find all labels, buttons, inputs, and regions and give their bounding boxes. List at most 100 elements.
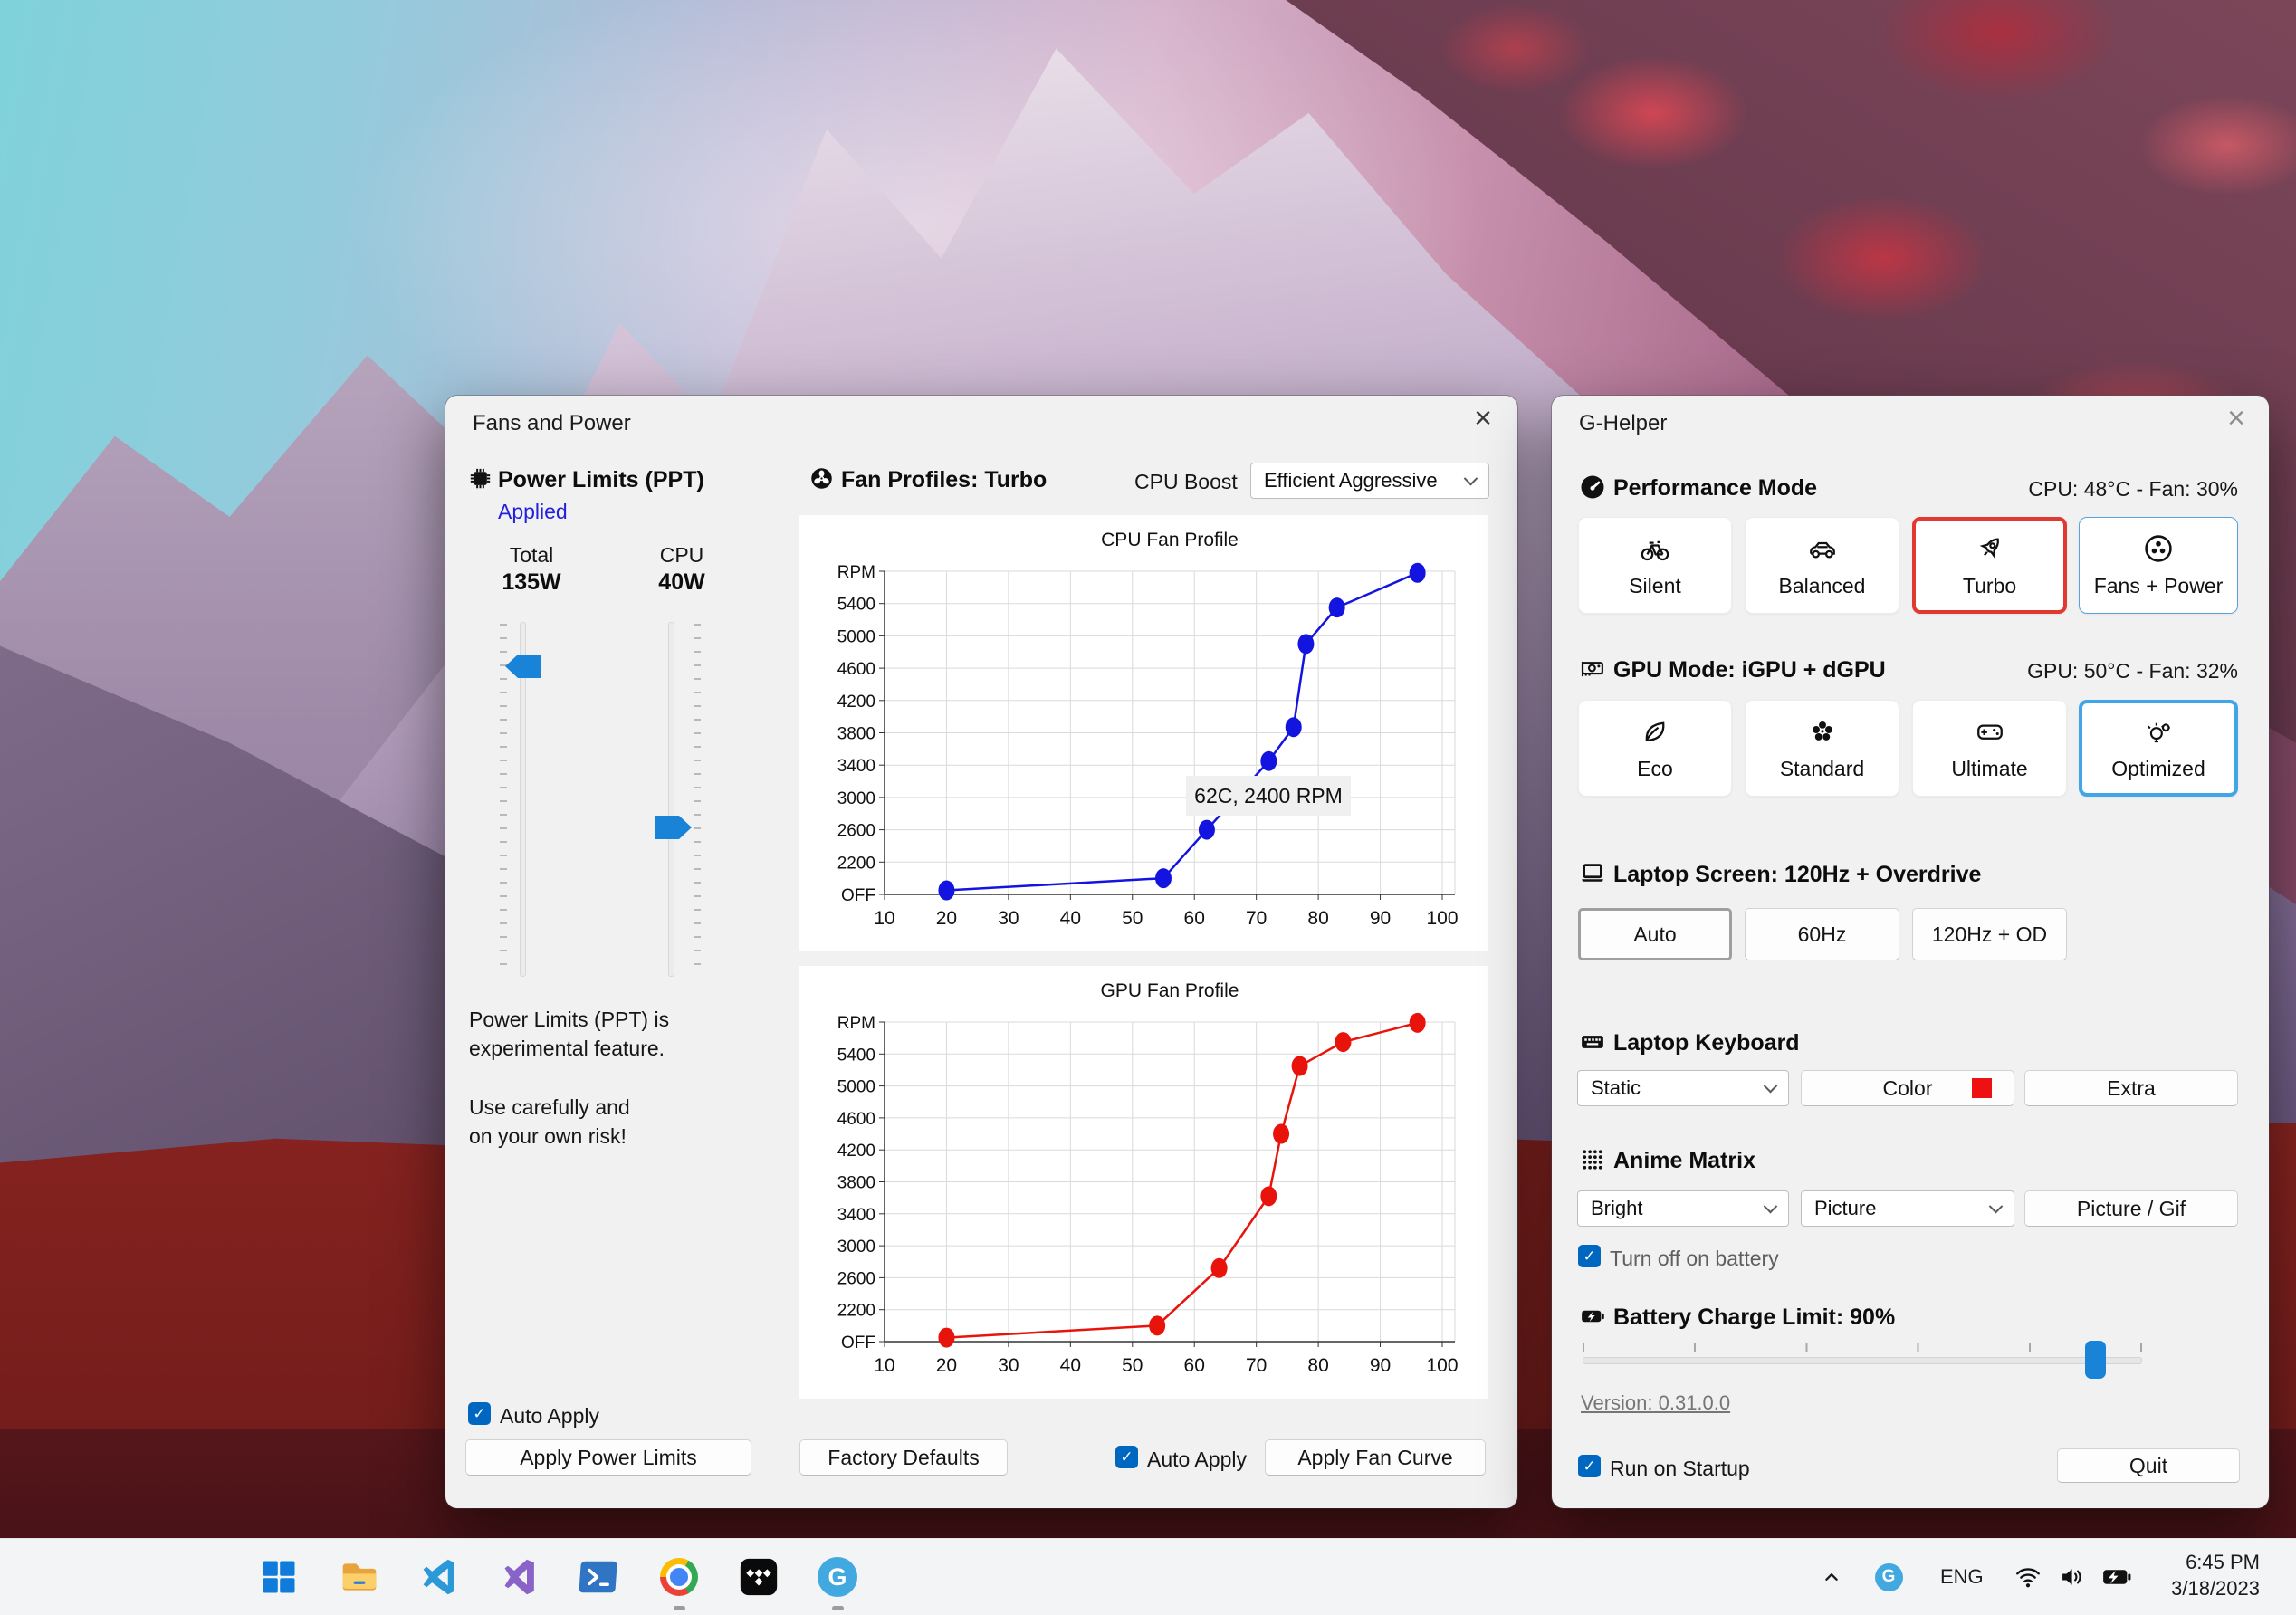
warning-line-3: Use carefully and bbox=[469, 1095, 630, 1119]
gpu-button-optimized[interactable]: Optimized bbox=[2079, 700, 2238, 797]
anime-brightness-value: Bright bbox=[1591, 1197, 1643, 1219]
screen-button-auto[interactable]: Auto bbox=[1578, 908, 1732, 960]
svg-text:70: 70 bbox=[1246, 908, 1267, 929]
laptop-screen-icon bbox=[1582, 864, 1603, 882]
window-title: Fans and Power bbox=[473, 411, 631, 435]
svg-text:3400: 3400 bbox=[837, 1206, 875, 1225]
gpu-temp-fan-status: GPU: 50°C - Fan: 32% bbox=[2027, 659, 2238, 683]
svg-text:100: 100 bbox=[1426, 1355, 1458, 1376]
taskbar: G G ENG 6:45 PM 3/18/2023 bbox=[0, 1538, 2296, 1615]
tidal-icon bbox=[740, 1558, 778, 1596]
check-icon: ✓ bbox=[473, 1404, 486, 1422]
mode-button-label: Fans + Power bbox=[2093, 573, 2224, 597]
svg-text:4600: 4600 bbox=[837, 1110, 875, 1129]
keyboard-mode-dropdown[interactable]: Static bbox=[1577, 1070, 1789, 1106]
ghelper-window: G-Helper × Performance Mode CPU: 48°C - … bbox=[1552, 396, 2269, 1508]
svg-text:90: 90 bbox=[1370, 1355, 1391, 1376]
auto-apply-fan-checkbox[interactable]: ✓ bbox=[1115, 1446, 1138, 1468]
performance-mode-heading: Performance Mode bbox=[1613, 475, 1818, 501]
gpu-button-ultimate[interactable]: Ultimate bbox=[1912, 700, 2067, 797]
svg-text:4600: 4600 bbox=[837, 660, 875, 679]
battery-charge-slider[interactable] bbox=[1583, 1357, 2142, 1364]
battery-charge-limit-heading: Battery Charge Limit: 90% bbox=[1613, 1304, 1896, 1330]
apply-power-limits-button[interactable]: Apply Power Limits bbox=[465, 1439, 751, 1476]
svg-text:60: 60 bbox=[1184, 1355, 1205, 1376]
anime-matrix-heading: Anime Matrix bbox=[1613, 1148, 1755, 1173]
gpu-mode-heading: GPU Mode: iGPU + dGPU bbox=[1613, 657, 1886, 683]
screen-button-60hz[interactable]: 60Hz bbox=[1745, 908, 1899, 960]
svg-text:5000: 5000 bbox=[837, 627, 875, 646]
anime-content-dropdown[interactable]: Picture bbox=[1801, 1190, 2014, 1227]
mode-button-balanced[interactable]: Balanced bbox=[1745, 517, 1899, 614]
window-title: G-Helper bbox=[1579, 411, 1668, 435]
performance-mode-icon bbox=[1581, 475, 1604, 499]
ghelper-taskbar-button[interactable]: G bbox=[816, 1555, 859, 1599]
gpu-button-eco[interactable]: Eco bbox=[1578, 700, 1732, 797]
cpu-power-slider-thumb[interactable] bbox=[655, 816, 692, 839]
check-icon: ✓ bbox=[1583, 1247, 1596, 1265]
ghelper-icon: G bbox=[818, 1557, 857, 1597]
run-on-startup-checkbox[interactable]: ✓ bbox=[1578, 1455, 1601, 1477]
cpu-fan-chart[interactable]: CPU Fan Profile 10 20 30 40 50 60 70 80 90 100 OFF 2… bbox=[799, 515, 1488, 951]
file-explorer-button[interactable] bbox=[338, 1555, 381, 1599]
battery-tray-button[interactable] bbox=[2097, 1555, 2137, 1599]
cpu-power-slider[interactable] bbox=[668, 622, 674, 977]
anime-brightness-dropdown[interactable]: Bright bbox=[1577, 1190, 1789, 1227]
close-icon[interactable]: × bbox=[2227, 403, 2245, 434]
battery-charge-slider-thumb[interactable] bbox=[2085, 1341, 2106, 1379]
rocket-icon bbox=[1979, 538, 1999, 559]
keyboard-color-button[interactable]: Color bbox=[1801, 1070, 2014, 1106]
fan-profiles-heading: Fan Profiles: Turbo bbox=[841, 467, 1048, 492]
ghelper-tray-button[interactable]: G bbox=[1872, 1555, 1905, 1599]
svg-text:OFF: OFF bbox=[841, 886, 875, 905]
mode-button-silent[interactable]: Silent bbox=[1578, 517, 1732, 614]
visual-studio-button[interactable] bbox=[499, 1555, 542, 1599]
screen-button-120hz-od[interactable]: 120Hz + OD bbox=[1912, 908, 2067, 960]
keyboard-extra-button[interactable]: Extra bbox=[2024, 1070, 2238, 1106]
svg-text:80: 80 bbox=[1307, 1355, 1328, 1376]
gpu-button-standard[interactable]: Standard bbox=[1745, 700, 1899, 797]
gpu-fan-chart[interactable]: GPU Fan Profile 10 20 30 40 50 60 70 80 90 100 OFF 2… bbox=[799, 966, 1488, 1399]
svg-text:30: 30 bbox=[998, 908, 1019, 929]
vscode-button[interactable] bbox=[418, 1555, 462, 1599]
quit-button[interactable]: Quit bbox=[2057, 1448, 2240, 1483]
language-indicator[interactable]: ENG bbox=[1940, 1565, 1984, 1589]
turn-off-on-battery-checkbox[interactable]: ✓ bbox=[1578, 1245, 1601, 1267]
total-power-slider-thumb[interactable] bbox=[505, 655, 541, 678]
svg-text:RPM: RPM bbox=[837, 563, 875, 582]
close-icon[interactable]: × bbox=[1474, 403, 1492, 434]
cpu-slider-ticks bbox=[694, 624, 701, 975]
cpu-boost-dropdown[interactable]: Efficient Aggressive bbox=[1250, 463, 1489, 499]
gpu-button-label: Ultimate bbox=[1951, 756, 2028, 780]
clock-date[interactable]: 3/18/2023 bbox=[2171, 1577, 2260, 1601]
leaf-icon bbox=[1645, 721, 1665, 741]
svg-text:90: 90 bbox=[1370, 908, 1391, 929]
volume-tray-button[interactable] bbox=[2053, 1555, 2090, 1599]
cpu-slider-value: 40W bbox=[658, 569, 705, 595]
anime-picture-gif-button[interactable]: Picture / Gif bbox=[2024, 1190, 2238, 1227]
svg-text:100: 100 bbox=[1426, 908, 1458, 929]
chrome-button[interactable] bbox=[657, 1555, 701, 1599]
gpu-mode-icon bbox=[1581, 661, 1603, 677]
mode-button-fans-power[interactable]: Fans + Power bbox=[2079, 517, 2238, 614]
ghelper-letter: G bbox=[1881, 1567, 1896, 1586]
wifi-tray-button[interactable] bbox=[2010, 1555, 2046, 1599]
mode-button-label: Turbo bbox=[1962, 573, 2017, 597]
svg-text:3800: 3800 bbox=[837, 1174, 875, 1193]
factory-defaults-button[interactable]: Factory Defaults bbox=[799, 1439, 1008, 1476]
svg-text:2200: 2200 bbox=[837, 854, 875, 873]
version-link[interactable]: Version: 0.31.0.0 bbox=[1581, 1391, 1730, 1415]
start-button[interactable] bbox=[257, 1555, 301, 1599]
tray-expand-button[interactable] bbox=[1815, 1555, 1848, 1599]
mode-button-label: Balanced bbox=[1778, 573, 1866, 597]
tidal-button[interactable] bbox=[737, 1555, 780, 1599]
mode-button-label: Silent bbox=[1629, 573, 1681, 597]
check-icon: ✓ bbox=[1120, 1448, 1134, 1466]
powershell-button[interactable] bbox=[578, 1555, 621, 1599]
auto-apply-power-checkbox[interactable]: ✓ bbox=[468, 1402, 491, 1425]
total-slider-label: Total bbox=[509, 543, 554, 567]
mode-button-turbo[interactable]: Turbo bbox=[1912, 517, 2067, 614]
apply-fan-curve-button[interactable]: Apply Fan Curve bbox=[1265, 1439, 1486, 1476]
svg-text:40: 40 bbox=[1060, 1355, 1081, 1376]
clock-time[interactable]: 6:45 PM bbox=[2186, 1551, 2260, 1574]
